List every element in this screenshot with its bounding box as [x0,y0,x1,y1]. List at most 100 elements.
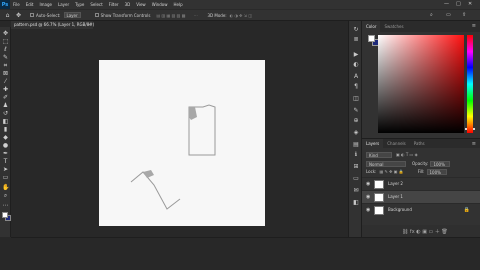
layers-panel-tabs: Layers Channels Paths [362,139,480,148]
menu-3d[interactable]: 3D [122,2,134,7]
layer-thumbnail [374,180,384,189]
3d-mode-icons[interactable]: ◐ ◑ ✥ ⇲ ◫ [230,13,253,18]
pen-tool-icon[interactable]: ✒ [2,150,9,157]
quick-select-tool-icon[interactable]: ✎ [2,54,9,61]
brushes-icon[interactable]: ✎ [352,107,360,115]
tab-layers[interactable]: Layers [362,139,384,148]
visibility-eye-icon[interactable]: ◉ [366,207,370,213]
navigator-icon[interactable]: ⊞ [352,163,360,171]
stamp-tool-icon[interactable]: ♟ [2,102,9,109]
adjustments-icon[interactable]: ◐ [352,61,360,69]
menu-help[interactable]: Help [170,2,185,7]
properties-icon[interactable]: ≣ [352,36,360,44]
auto-select-dropdown[interactable]: Layer [63,12,81,18]
info-icon[interactable]: ℹ [352,151,360,159]
layer-filter-dropdown[interactable]: Kind [366,151,392,158]
lock-row: Lock: ▦ ✎ ✥ ▣ 🔒 Fill: 100% [366,168,447,175]
layer-row-layer-2[interactable]: ◉ Layer 2 [362,177,480,190]
move-tool-icon[interactable]: ✥ [2,30,9,37]
document-tab[interactable]: pattern.psd @ 66.7% (Layer 1, RGB/8#) × [11,21,94,29]
hue-slider[interactable] [467,35,473,133]
layer-comps-icon[interactable]: ▤ [352,141,360,149]
workspace-icon[interactable]: ▭ [446,12,451,18]
menu-image[interactable]: Image [36,2,55,7]
hand-tool-icon[interactable]: ✋ [2,184,9,191]
history-icon[interactable]: ↻ [352,26,360,34]
close-button[interactable]: ✕ [468,1,472,7]
tab-color[interactable]: Color [362,21,381,32]
transform-controls-checkbox[interactable] [94,13,99,17]
actions-icon[interactable]: ▶ [352,51,360,59]
type-tool-icon[interactable]: T [2,158,9,165]
layer-name[interactable]: Background [388,207,412,212]
blend-mode-dropdown[interactable]: Normal [366,160,406,167]
filter-icons[interactable]: ▣ ◐ T ▭ ◈ [396,152,418,157]
healing-tool-icon[interactable]: ✚ [2,86,9,93]
more-tools-icon[interactable]: ⋯ [2,202,9,209]
paragraph-icon[interactable]: ¶ [352,83,360,91]
layer-row-layer-1[interactable]: ◉ Layer 1 [362,190,480,203]
menu-filter[interactable]: Filter [106,2,122,7]
lock-icons[interactable]: ▦ ✎ ✥ ▣ 🔒 [379,169,403,174]
maximize-button[interactable]: □ [456,1,461,7]
timeline-icon[interactable]: ▭ [352,175,360,183]
color-panel-menu-icon[interactable]: ≡ [472,23,476,29]
menu-layer[interactable]: Layer [55,2,72,7]
menu-file[interactable]: File [10,2,23,7]
history-brush-tool-icon[interactable]: ↺ [2,110,9,117]
color-picker-field[interactable] [378,35,464,133]
lasso-tool-icon[interactable]: ℓ [2,46,9,53]
blur-tool-icon[interactable]: ◆ [2,134,9,141]
libraries-icon[interactable]: ◫ [352,95,360,103]
visibility-eye-icon[interactable]: ◉ [366,194,370,200]
marquee-tool-icon[interactable]: ⬚ [2,38,9,45]
opacity-field[interactable]: 100% [430,160,451,167]
zoom-tool-icon[interactable]: ⌕ [2,192,9,199]
character-icon[interactable]: A [352,73,360,81]
layer-thumbnail [374,193,384,202]
document-canvas[interactable] [99,60,265,226]
clone-source-icon[interactable]: ⊕ [352,117,360,125]
minimize-button[interactable]: — [444,1,449,7]
eraser-tool-icon[interactable]: ◧ [2,118,9,125]
home-icon[interactable]: ⌂ [4,12,11,19]
align-icons[interactable]: ▤ ▥ ▦ ▧ ▨ ▩ [156,13,185,18]
tab-channels[interactable]: Channels [383,139,410,148]
search-icon[interactable]: ⌕ [430,12,433,18]
menu-window[interactable]: Window [149,2,171,7]
layers-panel-menu-icon[interactable]: ≡ [472,141,476,147]
layer-row-background[interactable]: ◉ Background 🔒 [362,203,480,216]
glyphs-icon[interactable]: ◈ [352,129,360,137]
layer-name[interactable]: Layer 2 [388,181,403,186]
menu-type[interactable]: Type [72,2,87,7]
close-tab-icon[interactable]: × [88,21,91,29]
path-select-tool-icon[interactable]: ➤ [2,166,9,173]
visibility-eye-icon[interactable]: ◉ [366,181,370,187]
styles-icon[interactable]: ◧ [352,199,360,207]
layer-name[interactable]: Layer 1 [388,194,403,199]
frame-tool-icon[interactable]: ⊠ [2,70,9,77]
menu-view[interactable]: View [133,2,149,7]
rectangle-tool-icon[interactable]: ▭ [2,174,9,181]
tab-paths[interactable]: Paths [410,139,429,148]
layer-footer-icons[interactable]: ⛓ fx ◐ ▣ ▭ ＋ 🗑 [402,228,448,235]
eyedropper-tool-icon[interactable]: ⁄ [2,78,9,85]
brush-tool-icon[interactable]: ✐ [2,94,9,101]
menu-select[interactable]: Select [87,2,105,7]
shape-lower-left-fill [143,170,154,178]
color-panel-foreground[interactable] [368,35,375,42]
hue-slider-marker[interactable] [465,128,475,130]
notes-icon[interactable]: ✉ [352,187,360,195]
crop-tool-icon[interactable]: ⌗ [2,62,9,69]
move-tool-icon[interactable]: ✥ [15,12,22,19]
fill-field[interactable]: 100% [426,168,447,175]
menu-edit[interactable]: Edit [23,2,37,7]
canvas-workspace[interactable] [11,29,348,237]
gradient-tool-icon[interactable]: ▮ [2,126,9,133]
share-icon[interactable]: ⇪ [462,12,466,18]
distribute-icons[interactable]: ⋯ [193,13,197,18]
dodge-tool-icon[interactable]: ● [2,142,9,149]
auto-select-checkbox[interactable] [30,13,34,17]
foreground-color-swatch[interactable] [2,212,8,218]
tab-swatches[interactable]: Swatches [380,21,407,32]
